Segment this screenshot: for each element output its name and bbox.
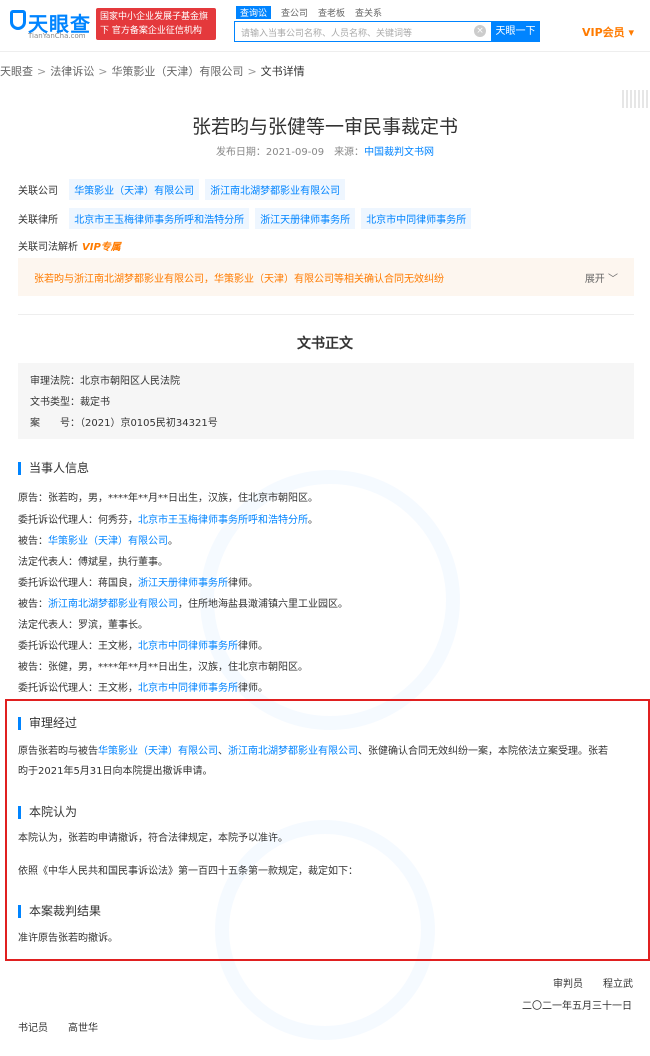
opinion-paragraph: 本院认为，张若昀申请撤诉，符合法律规定，本院予以准许。 [18,833,288,844]
clerk-signature: 书记员 高世华 [18,1023,98,1034]
result-heading: 本案裁判结果 [18,905,101,918]
party-line: 被告：张健，男，****年**月**日出生，汉族，住北京市朝阳区。 [18,662,308,673]
party-text: 律师。 [228,578,258,589]
related-company-tag[interactable]: 浙江南北湖梦都影业有限公司 [205,179,346,200]
trial-paragraph: 原告张若昀与被告华策影业（天津）有限公司、浙江南北湖梦都影业有限公司、张健确认合… [18,742,638,782]
related-lawfirm-tag[interactable]: 北京市王玉梅律师事务所呼和浩特分所 [69,208,250,229]
parties-heading: 当事人信息 [18,462,89,475]
party-link[interactable]: 浙江天册律师事务所 [138,578,228,589]
search-tabs: 查询讼 查公司 查老板 查关系 [236,6,392,20]
court-info: 审理法院：北京市朝阳区人民法院 [30,376,180,387]
search-input[interactable]: 请输入当事公司名称、人员名称、关键词等 [234,21,496,42]
party-text: ，住所地海盐县澉浦镇六里工业园区。 [178,599,348,610]
party-text: 律师。 [238,641,268,652]
trial-text: 原告张若昀与被告 [18,746,98,757]
logo-subtext: TianYanCha.com [28,32,86,40]
doc-type-info: 文书类型：裁定书 [30,397,110,408]
related-analysis-label: 关联司法解析 [18,242,78,253]
caret-down-icon: ▾ [628,26,635,39]
trial-text: 昀于2021年5月31日向本院提出撤诉申请。 [18,766,213,777]
trial-text: 、张健确认合同无效纠纷一案，本院依法立案受理。张若 [358,746,608,757]
party-text: 律师。 [238,683,268,694]
chevron-down-icon: ﹀ [608,274,618,285]
party-text: 被告： [18,536,48,547]
vip-exclusive-badge[interactable]: VIP专属 [82,242,121,253]
official-badge: 国家中小企业发展子基金旗下 官方备案企业征信机构 [96,8,216,40]
document-title: 张若昀与张健等一审民事裁定书 [191,116,458,138]
related-analysis-row: 关联司法解析 VIP专属 [18,238,121,253]
party-line: 被告：浙江南北湖梦都影业有限公司，住所地海盐县澉浦镇六里工业园区。 [18,595,348,610]
party-line: 委托诉讼代理人：何秀芬，北京市王玉梅律师事务所呼和浩特分所。 [18,511,318,526]
tab-search-company[interactable]: 查公司 [281,6,308,19]
related-companies-label: 关联公司 [18,186,58,197]
party-text: 被告： [18,599,48,610]
trial-link[interactable]: 华策影业（天津）有限公司 [98,746,218,757]
party-line: 法定代表人：傅斌星，执行董事。 [18,557,168,568]
trial-text: 、 [218,746,228,757]
divider [18,314,634,315]
tab-search-boss[interactable]: 查老板 [318,6,345,19]
related-companies-row: 关联公司 华策影业（天津）有限公司 浙江南北湖梦都影业有限公司 [18,179,351,200]
party-link[interactable]: 北京市中同律师事务所 [138,641,238,652]
party-line: 被告：华策影业（天津）有限公司。 [18,532,178,547]
party-link[interactable]: 华策影业（天津）有限公司 [48,536,168,547]
breadcrumb-separator: > [37,65,47,78]
party-line: 委托诉讼代理人：王文彬，北京市中同律师事务所律师。 [18,679,268,694]
vip-member-button[interactable]: VIP会员 ▾ [582,24,634,40]
party-link[interactable]: 浙江南北湖梦都影业有限公司 [48,599,178,610]
related-lawfirms-row: 关联律所 北京市王玉梅律师事务所呼和浩特分所 浙江天册律师事务所 北京市中同律师事务… [18,208,477,229]
breadcrumb-litigation[interactable]: 法律诉讼 [50,65,94,78]
party-text: 。 [168,536,178,547]
related-case-notice[interactable]: 张若昀与浙江南北湖梦都影业有限公司，华策影业（天津）有限公司等相关确认合同无效纠… [18,258,634,296]
judge-signature: 审判员 程立武 [553,979,633,990]
source-label: 来源： [334,147,365,158]
party-line: 委托诉讼代理人：蒋国良，浙江天册律师事务所律师。 [18,574,258,589]
opinion-paragraph: 依照《中华人民共和国民事诉讼法》第一百四十五条第一款规定，裁定如下： [18,866,358,877]
notice-text: 张若昀与浙江南北湖梦都影业有限公司，华策影业（天津）有限公司等相关确认合同无效纠… [34,274,444,285]
search-button[interactable]: 天眼一下 [491,21,540,42]
party-link[interactable]: 北京市王玉梅律师事务所呼和浩特分所 [138,515,308,526]
tab-search-litigation[interactable]: 查询讼 [236,6,272,19]
body-title: 文书正文 [297,336,353,352]
expand-button[interactable]: 展开 ﹀ [585,270,618,285]
document-meta: 发布日期：2021-09-09 来源：中国裁判文书网 [0,143,650,158]
party-line: 原告：张若昀，男，****年**月**日出生，汉族，住北京市朝阳区。 [18,493,318,504]
party-text: 委托诉讼代理人：蒋国良， [18,578,138,589]
breadcrumb-company[interactable]: 华策影业（天津）有限公司 [111,65,243,78]
related-lawfirm-tag[interactable]: 北京市中同律师事务所 [361,208,472,229]
party-link[interactable]: 北京市中同律师事务所 [138,683,238,694]
source-link[interactable]: 中国裁判文书网 [364,147,434,158]
party-text: 委托诉讼代理人：王文彬， [18,683,138,694]
expand-label: 展开 [584,274,605,285]
publish-date: 发布日期：2021-09-09 [215,147,325,158]
opinion-heading: 本院认为 [18,806,77,819]
party-line: 委托诉讼代理人：王文彬，北京市中同律师事务所律师。 [18,637,268,652]
party-text: 。 [308,515,318,526]
breadcrumb-home[interactable]: 天眼查 [0,65,33,78]
result-paragraph: 准许原告张若昀撤诉。 [18,933,118,944]
breadcrumb-separator: > [247,65,257,78]
tianyancha-logo[interactable]: 天眼查 TianYanCha.com [10,8,92,42]
related-lawfirms-label: 关联律所 [18,215,58,226]
related-lawfirm-tag[interactable]: 浙江天册律师事务所 [255,208,356,229]
breadcrumb: 天眼查 > 法律诉讼 > 华策影业（天津）有限公司 > 文书详情 [0,63,305,79]
clear-icon[interactable]: × [474,25,486,37]
logo-icon [10,10,26,30]
breadcrumb-separator: > [98,65,108,78]
case-info-box: 审理法院：北京市朝阳区人民法院 文书类型：裁定书 案 号：（2021）京0105… [18,363,634,439]
top-bar: 天眼查 TianYanCha.com 国家中小企业发展子基金旗下 官方备案企业征… [0,0,650,52]
party-text: 委托诉讼代理人：王文彬， [18,641,138,652]
breadcrumb-current: 文书详情 [260,65,305,78]
vip-label: VIP会员 [582,26,625,39]
trial-heading: 审理经过 [18,717,77,730]
party-text: 委托诉讼代理人：何秀芬， [18,515,138,526]
ruling-date: 二〇二一年五月三十一日 [522,1001,632,1012]
tab-search-relation[interactable]: 查关系 [355,6,382,19]
case-number-info: 案 号：（2021）京0105民初34321号 [30,418,218,429]
trial-link[interactable]: 浙江南北湖梦都影业有限公司 [228,746,358,757]
related-company-tag[interactable]: 华策影业（天津）有限公司 [69,179,200,200]
party-line: 法定代表人：罗滨，董事长。 [18,620,148,631]
qr-code-icon[interactable] [622,90,648,108]
